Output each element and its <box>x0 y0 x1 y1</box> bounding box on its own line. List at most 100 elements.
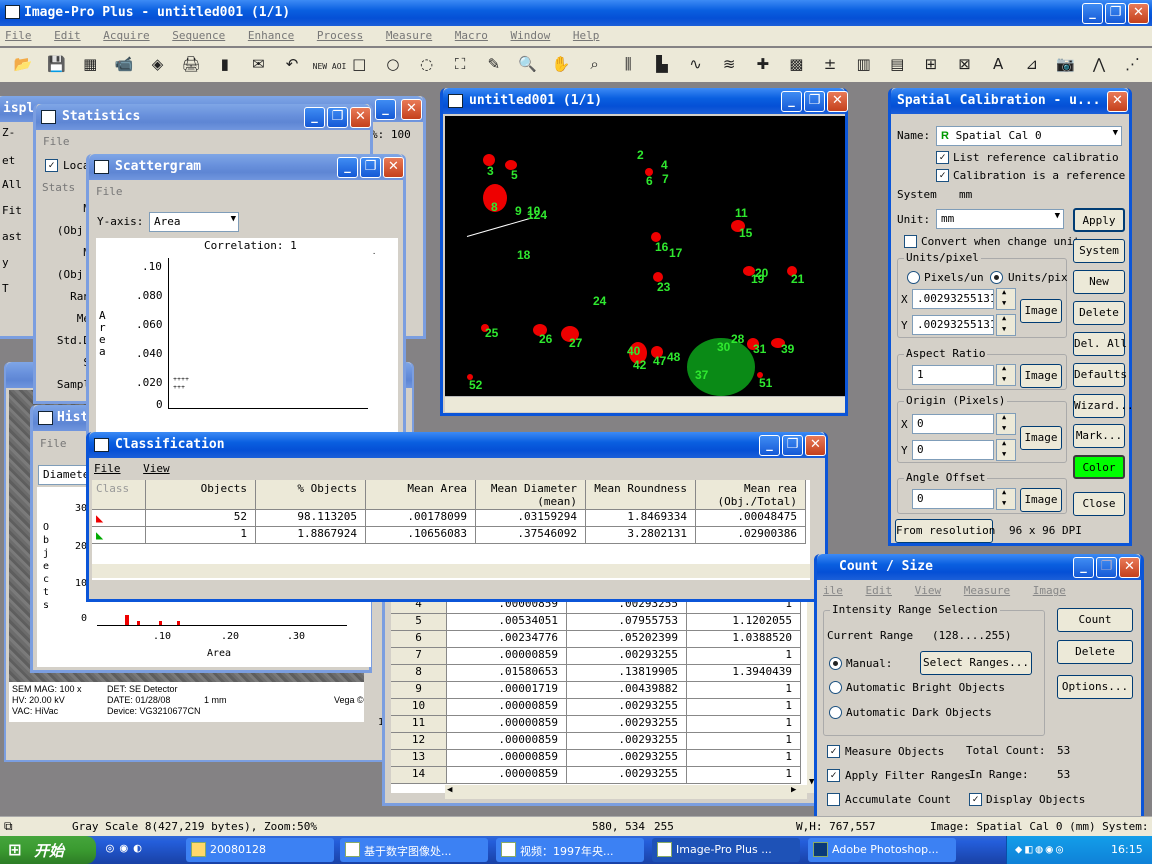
histogram-icon[interactable]: ▙ <box>649 51 675 77</box>
crosshair-icon[interactable]: ✚ <box>750 51 776 77</box>
statistics-minimize-button[interactable]: _ <box>304 107 325 128</box>
line-profile-icon[interactable]: ⊿ <box>1019 51 1045 77</box>
system-button[interactable]: System <box>1073 239 1125 263</box>
measure-icon[interactable]: ⊞ <box>918 51 944 77</box>
class-swatch-red[interactable]: ◣ <box>92 510 146 527</box>
display-close-button[interactable]: ✕ <box>401 99 422 120</box>
display-z-button[interactable]: Z- <box>2 126 15 139</box>
database-icon[interactable]: ▮ <box>212 51 238 77</box>
delete-all-button[interactable]: Del. All <box>1073 332 1127 356</box>
scattergram-maximize-button[interactable]: ❐ <box>360 157 381 178</box>
image-minimize-button[interactable]: _ <box>781 91 802 112</box>
display-t-button[interactable]: T <box>2 282 9 295</box>
apply-filter-checkbox[interactable]: ✓ <box>827 769 840 782</box>
histogram-file-menu[interactable]: File <box>40 437 67 450</box>
histogram-measure-dropdown[interactable]: Diamete <box>38 465 88 485</box>
menu-process[interactable]: Process <box>317 29 363 42</box>
spectrum-icon[interactable]: ⋀ <box>1086 51 1112 77</box>
math-icon[interactable]: ± <box>817 51 843 77</box>
display-objects-checkbox[interactable]: ✓ <box>969 793 982 806</box>
units-per-pixel-radio[interactable] <box>990 271 1003 284</box>
app-close-button[interactable]: ✕ <box>1128 3 1149 24</box>
image-maximize-button[interactable]: ❐ <box>804 91 825 112</box>
angle-image-button[interactable]: Image <box>1020 488 1062 512</box>
auto-dark-radio[interactable] <box>829 706 842 719</box>
spatial-close-button[interactable]: ✕ <box>1107 91 1128 112</box>
filter-icon[interactable]: ▩ <box>783 51 809 77</box>
color-button[interactable]: Color <box>1073 455 1125 479</box>
display-ast-button[interactable]: ast <box>2 230 22 243</box>
statistics-close-button[interactable]: ✕ <box>350 107 371 128</box>
calibration-icon[interactable]: A <box>985 51 1011 77</box>
classification-hscroll[interactable] <box>92 564 810 578</box>
scroll-left-icon[interactable]: ◀ <box>447 785 452 795</box>
classification-minimize-button[interactable]: _ <box>759 435 780 456</box>
statistics-locate-checkbox[interactable]: ✓ <box>45 159 58 172</box>
quicklaunch-icons[interactable]: ◎◉◐ <box>106 841 147 856</box>
curve-icon[interactable]: ∿ <box>683 51 709 77</box>
start-button[interactable]: ⊞ 开始 <box>0 836 96 864</box>
grid-icon[interactable]: ▦ <box>77 51 103 77</box>
delete-button[interactable]: Delete <box>1073 301 1125 325</box>
image-hscrollbar[interactable] <box>445 396 845 412</box>
taskbar-item-folder[interactable]: 20080128 <box>186 838 334 862</box>
menu-enhance[interactable]: Enhance <box>248 29 294 42</box>
list-reference-checkbox[interactable]: ✓ <box>936 151 949 164</box>
classification-menu-file[interactable]: File <box>94 462 121 475</box>
snapshot-icon[interactable]: 📷 <box>1052 51 1078 77</box>
y-scale-spinner[interactable] <box>996 314 1016 336</box>
accumulate-checkbox[interactable] <box>827 793 840 806</box>
scattergram-close-button[interactable]: ✕ <box>383 157 404 178</box>
scattergram-file-menu[interactable]: File <box>96 185 123 198</box>
cs-menu-view[interactable]: View <box>915 584 942 597</box>
save-icon[interactable]: 💾 <box>44 51 70 77</box>
menu-help[interactable]: Help <box>573 29 600 42</box>
scattergram-minimize-button[interactable]: _ <box>337 157 358 178</box>
levels-icon[interactable]: ⫼ <box>615 51 641 77</box>
taskbar-item-imagepro[interactable]: Image-Pro Plus ... <box>652 838 800 862</box>
menu-edit[interactable]: Edit <box>54 29 81 42</box>
new-button[interactable]: New <box>1073 270 1125 294</box>
menu-sequence[interactable]: Sequence <box>172 29 225 42</box>
menu-window[interactable]: Window <box>511 29 551 42</box>
measure-objects-checkbox[interactable]: ✓ <box>827 745 840 758</box>
wizard-button[interactable]: Wizard... <box>1073 394 1134 418</box>
lasso-icon[interactable]: ◌ <box>414 51 440 77</box>
count-size-close-button[interactable]: ✕ <box>1119 557 1140 578</box>
statistics-tab[interactable]: Stats <box>42 181 75 194</box>
display-all-button[interactable]: All <box>2 178 22 191</box>
tray-icons[interactable]: ◆◧◍◉◎ <box>1015 842 1066 856</box>
display-minimize-button[interactable]: _ <box>375 99 396 120</box>
count-size-minimize-button[interactable]: _ <box>1073 557 1094 578</box>
angle-spinner[interactable] <box>996 488 1016 510</box>
count-icon[interactable]: ⊠ <box>952 51 978 77</box>
taskbar-item-video[interactable]: 视频：1997年央... <box>496 838 644 862</box>
display-et-button[interactable]: et <box>2 154 15 167</box>
display-fit-button[interactable]: Fit <box>2 204 22 217</box>
taskbar-item-photoshop[interactable]: Adobe Photoshop... <box>808 838 956 862</box>
cs-menu-edit[interactable]: Edit <box>866 584 893 597</box>
zoom-icon[interactable]: 🔍 <box>514 51 540 77</box>
image-canvas[interactable]: 2 4 3 5 6 7 8 9 10 124 11 15 16 17 18 19… <box>445 116 845 396</box>
aspect-image-button[interactable]: Image <box>1020 364 1062 388</box>
class-swatch-green[interactable]: ◣ <box>92 527 146 544</box>
hand-icon[interactable]: ✋ <box>548 51 574 77</box>
colorbar-icon[interactable]: ▤ <box>884 51 910 77</box>
unit-dropdown[interactable]: mm ▼ <box>936 209 1064 229</box>
mark-button[interactable]: Mark... <box>1073 424 1125 448</box>
pencil-icon[interactable]: ✎ <box>481 51 507 77</box>
mail-icon[interactable]: ✉ <box>245 51 271 77</box>
y-scale-input[interactable]: .00293255131 <box>912 315 994 335</box>
manual-radio[interactable] <box>829 657 842 670</box>
app-maximize-button[interactable]: ❐ <box>1105 3 1126 24</box>
cs-menu-measure[interactable]: Measure <box>964 584 1010 597</box>
scattergram-yaxis-dropdown[interactable]: Area ▼ <box>149 212 239 232</box>
scale-image-button[interactable]: Image <box>1020 299 1062 323</box>
classification-maximize-button[interactable]: ❐ <box>782 435 803 456</box>
apply-button[interactable]: Apply <box>1073 208 1125 232</box>
from-resolution-button[interactable]: From resolution <box>895 519 995 543</box>
print-icon[interactable]: 🖨 <box>178 51 204 77</box>
calibration-reference-checkbox[interactable]: ✓ <box>936 169 949 182</box>
aspect-ratio-input[interactable]: 1 <box>912 365 994 385</box>
cs-menu-image[interactable]: Image <box>1033 584 1066 597</box>
